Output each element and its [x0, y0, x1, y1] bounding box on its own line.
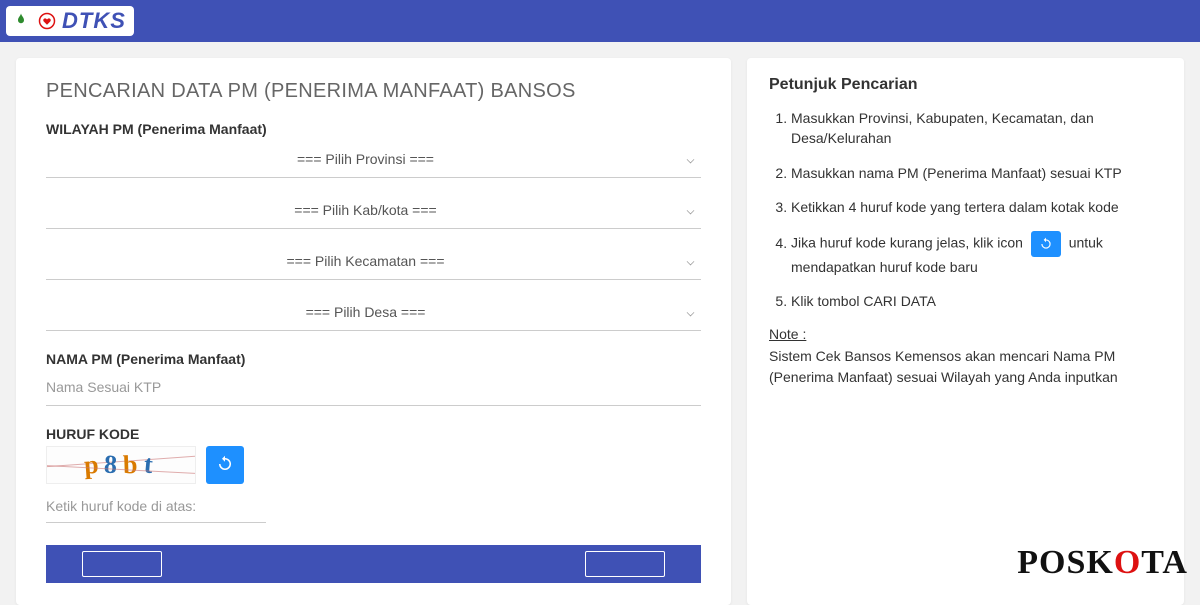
instruction-item: Jika huruf kode kurang jelas, klik icon … [791, 231, 1162, 277]
instruction-item: Ketikkan 4 huruf kode yang tertera dalam… [791, 197, 1162, 217]
instructions-card: Petunjuk Pencarian Masukkan Provinsi, Ka… [747, 58, 1184, 605]
page-title: PENCARIAN DATA PM (PENERIMA MANFAAT) BAN… [46, 80, 701, 103]
kemensos-emblem-icon [10, 10, 32, 32]
instruction-item: Klik tombol CARI DATA [791, 291, 1162, 311]
note-body: Sistem Cek Bansos Kemensos akan mencari … [769, 346, 1162, 388]
form-action-bar [46, 545, 701, 583]
captcha-image: p 8 b t [46, 446, 196, 484]
brand-logo[interactable]: DTKS [6, 6, 134, 36]
search-form-card: PENCARIAN DATA PM (PENERIMA MANFAAT) BAN… [16, 58, 731, 605]
captcha-input[interactable] [46, 492, 266, 523]
kabkota-select[interactable]: === Pilih Kab/kota === [46, 192, 701, 229]
refresh-icon [216, 455, 234, 476]
refresh-icon-inline [1031, 231, 1061, 257]
action-button-right[interactable] [585, 551, 665, 577]
wilayah-section-label: WILAYAH PM (Penerima Manfaat) [46, 121, 701, 137]
provinsi-select[interactable]: === Pilih Provinsi === [46, 141, 701, 178]
kecamatan-select[interactable]: === Pilih Kecamatan === [46, 243, 701, 280]
nama-input[interactable] [46, 371, 701, 406]
heart-shield-icon [36, 10, 58, 32]
action-button-left[interactable] [82, 551, 162, 577]
desa-select[interactable]: === Pilih Desa === [46, 294, 701, 331]
kode-section-label: HURUF KODE [46, 426, 701, 442]
instruction-item: Masukkan nama PM (Penerima Manfaat) sesu… [791, 163, 1162, 183]
instructions-list: Masukkan Provinsi, Kabupaten, Kecamatan,… [769, 108, 1162, 312]
top-navbar: DTKS [0, 0, 1200, 42]
note-label: Note : [769, 326, 1162, 342]
nama-section-label: NAMA PM (Penerima Manfaat) [46, 351, 701, 367]
instruction-item: Masukkan Provinsi, Kabupaten, Kecamatan,… [791, 108, 1162, 149]
source-watermark: POSKOTA [1017, 544, 1188, 582]
brand-text: DTKS [62, 8, 126, 34]
captcha-refresh-button[interactable] [206, 446, 244, 484]
instructions-title: Petunjuk Pencarian [769, 76, 1162, 94]
